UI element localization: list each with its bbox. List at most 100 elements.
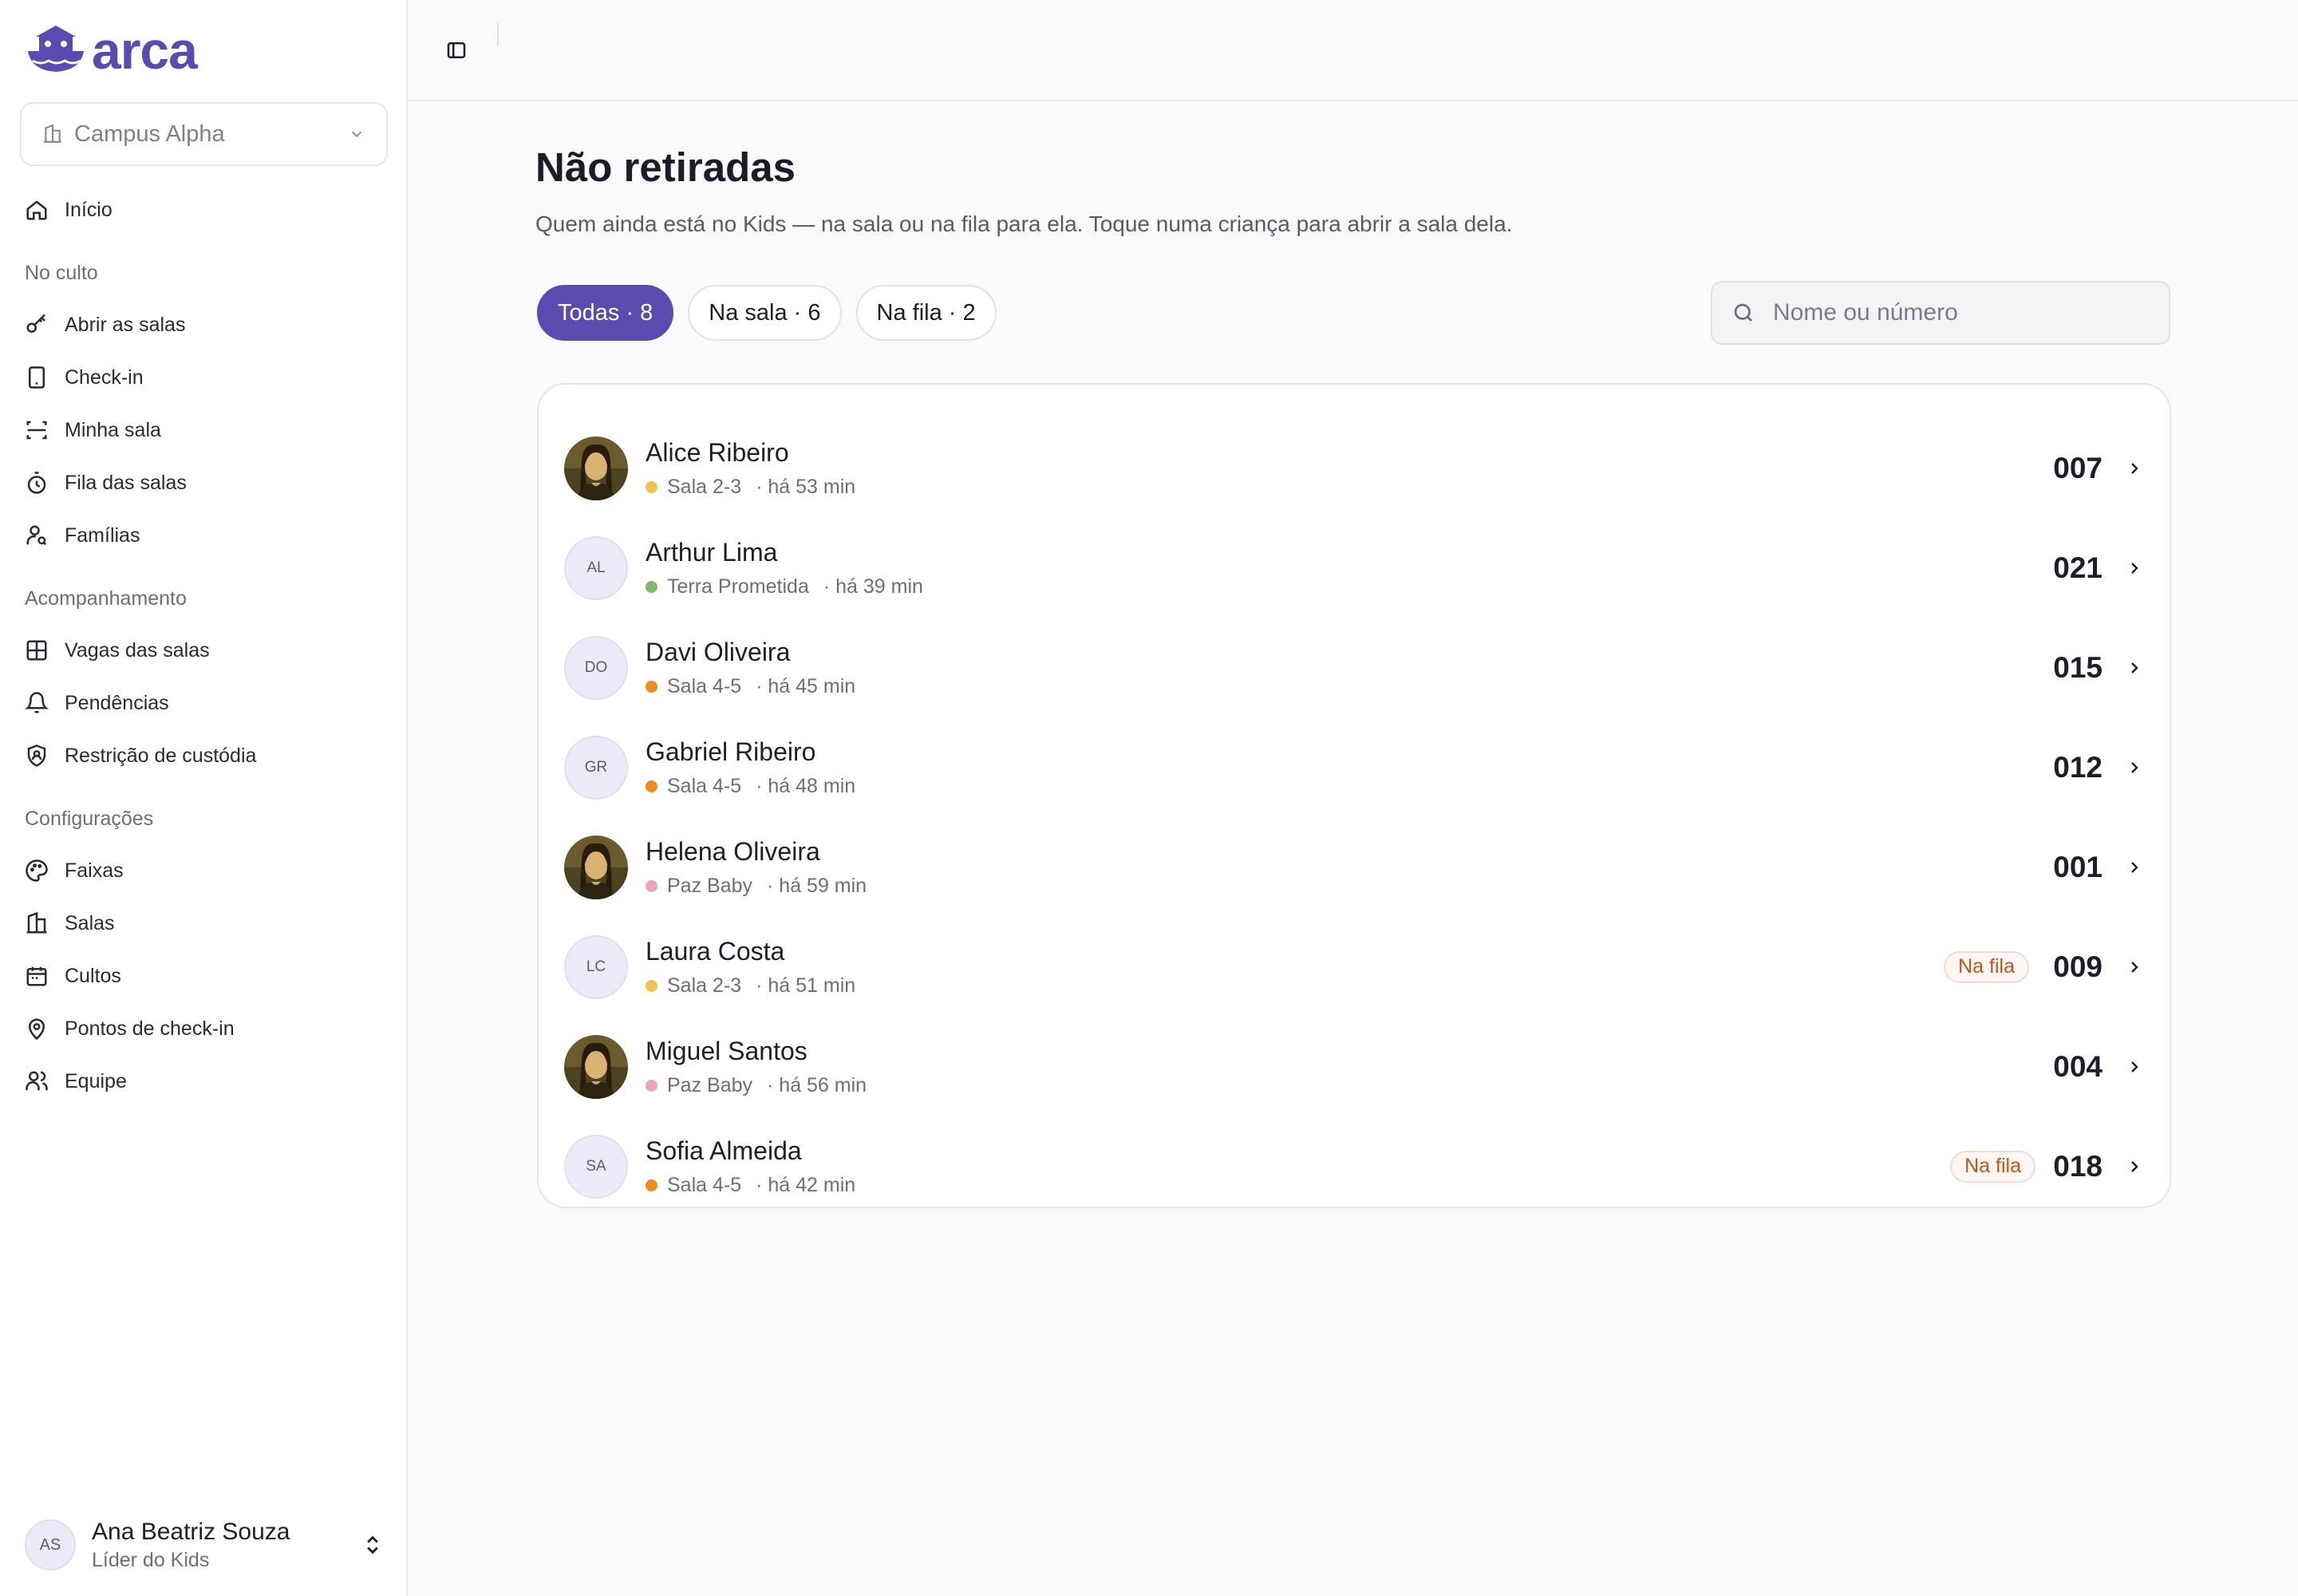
child-text: Davi Oliveira Sala 4-5 · há 45 min: [646, 638, 855, 698]
tab-todas[interactable]: Todas · 8: [537, 285, 674, 341]
avatar: AL: [564, 535, 628, 600]
list-item[interactable]: SA Sofia Almeida Sala 4-5 · há 42 min Na fil…: [539, 1116, 2173, 1216]
campus-select[interactable]: Campus Alpha: [20, 102, 388, 166]
room-color-dot: [646, 680, 657, 693]
avatar: DO: [564, 635, 628, 700]
child-number: 012: [2053, 750, 2103, 784]
room-color-dot: [646, 1079, 657, 1092]
home-icon: [26, 200, 47, 220]
sidebar-item-label: Cultos: [65, 964, 121, 987]
chevron-right-icon: [2131, 761, 2138, 773]
sidebar-item-familias[interactable]: Famílias: [25, 516, 140, 555]
child-name: Sofia Almeida: [646, 1136, 802, 1165]
room-color-dot: [646, 780, 657, 792]
child-meta: Paz Baby · há 56 min: [646, 1074, 867, 1097]
avatar: AS: [25, 1519, 76, 1570]
child-number: 001: [2053, 850, 2103, 883]
sidebar-item-pontos[interactable]: Pontos de check-in: [25, 1009, 235, 1049]
sidebar-item-cultos[interactable]: Cultos: [25, 956, 121, 996]
room-color-dot: [646, 1179, 657, 1191]
user-name: Ana Beatriz Souza: [92, 1518, 290, 1545]
avatar: GR: [564, 735, 628, 800]
sidebar-item-faixas[interactable]: Faixas: [25, 851, 124, 891]
main-content: Não retiradas Quem ainda está no Kids — …: [408, 0, 2298, 1596]
chevron-right-icon: [2131, 1061, 2138, 1073]
child-time: · há 48 min: [756, 774, 856, 797]
child-time: · há 39 min: [823, 575, 923, 598]
status-badge: Na fila: [1950, 1150, 2035, 1183]
child-name: Miguel Santos: [646, 1036, 807, 1065]
child-time: · há 53 min: [756, 475, 856, 498]
sidebar-item-pendencias[interactable]: Pendências: [25, 683, 169, 723]
palette-icon: [26, 859, 48, 882]
chevron-right-icon: [2131, 861, 2138, 873]
bell-icon: [25, 692, 49, 713]
child-time: · há 42 min: [756, 1173, 856, 1196]
logo[interactable]: arca: [25, 24, 198, 77]
child-time: · há 51 min: [756, 974, 856, 997]
list-item[interactable]: LC Laura Costa Sala 2-3 · há 51 min Na fila 0…: [539, 917, 2173, 1017]
sidebar-item-label: Salas: [65, 911, 115, 934]
search-placeholder: Nome ou número: [1773, 299, 1958, 326]
child-meta: Sala 4-5 · há 45 min: [646, 675, 855, 698]
list-item[interactable]: Alice Ribeiro Sala 2-3 · há 53 min 007: [539, 418, 2173, 518]
users-icon: [26, 1071, 48, 1091]
sidebar-item-salas[interactable]: Salas: [25, 903, 115, 943]
chevron-right-icon: [2131, 662, 2138, 674]
user-menu[interactable]: AS Ana Beatriz Souza Líder do Kids: [25, 1519, 384, 1571]
topbar-divider: [497, 22, 499, 46]
child-text: Laura Costa Sala 2-3 · há 51 min: [646, 937, 855, 998]
ark-logo-icon: [28, 26, 84, 72]
search-input[interactable]: Nome ou número: [1711, 281, 2170, 345]
child-meta: Sala 4-5 · há 42 min: [646, 1174, 855, 1197]
chevron-right-icon: [2131, 462, 2138, 474]
child-room: Terra Prometida: [667, 575, 809, 598]
sidebar-item-inicio[interactable]: Início: [25, 190, 113, 230]
chevron-right-icon: [2131, 1160, 2138, 1172]
avatar: LC: [564, 934, 628, 999]
sidebar-toggle-icon[interactable]: [444, 38, 468, 62]
sidebar-item-label: Pontos de check-in: [65, 1017, 235, 1040]
tab-na-fila[interactable]: Na fila · 2: [855, 285, 997, 341]
list-item[interactable]: Miguel Santos Paz Baby · há 56 min 004: [539, 1017, 2173, 1116]
sidebar: arca Campus Alpha Início No culto Abrir …: [0, 0, 408, 1596]
sidebar-item-label: Minha sala: [65, 418, 161, 441]
sidebar-item-label: Abrir as salas: [65, 313, 186, 336]
map-pin-icon: [28, 1018, 45, 1041]
child-meta: Sala 2-3 · há 51 min: [646, 974, 855, 998]
sidebar-item-abrir-salas[interactable]: Abrir as salas: [25, 305, 185, 345]
sidebar-item-minha-sala[interactable]: Minha sala: [25, 410, 161, 450]
chevron-right-icon: [2131, 961, 2138, 973]
child-text: Miguel Santos Paz Baby · há 56 min: [646, 1037, 867, 1097]
sidebar-item-fila-salas[interactable]: Fila das salas: [25, 463, 187, 503]
children-list: Alice Ribeiro Sala 2-3 · há 53 min 007 AL Art…: [537, 383, 2171, 1208]
nav-section-culto: No culto: [25, 262, 98, 284]
child-name: Alice Ribeiro: [646, 437, 789, 467]
child-room: Sala 4-5: [667, 774, 742, 797]
sidebar-item-equipe[interactable]: Equipe: [25, 1061, 127, 1101]
user-info: Ana Beatriz Souza Líder do Kids: [92, 1519, 361, 1572]
list-item[interactable]: DO Davi Oliveira Sala 4-5 · há 45 min 015: [539, 618, 2173, 717]
child-text: Arthur Lima Terra Prometida · há 39 min: [646, 538, 923, 598]
child-room: Sala 4-5: [667, 674, 742, 697]
child-name: Davi Oliveira: [646, 637, 791, 666]
child-name: Laura Costa: [646, 936, 785, 966]
app-root: arca Campus Alpha Início No culto Abrir …: [0, 0, 2298, 1596]
sidebar-item-label: Famílias: [65, 523, 140, 547]
child-time: · há 45 min: [756, 674, 856, 697]
chevrons-up-down-icon: [367, 1535, 378, 1555]
topbar: [408, 0, 2298, 101]
child-meta: Sala 2-3 · há 53 min: [646, 476, 855, 499]
child-name: Helena Oliveira: [646, 836, 820, 866]
tab-na-sala[interactable]: Na sala · 6: [688, 285, 842, 341]
child-meta: Terra Prometida · há 39 min: [646, 575, 923, 598]
list-item[interactable]: GR Gabriel Ribeiro Sala 4-5 · há 48 min 012: [539, 717, 2173, 817]
sidebar-item-checkin[interactable]: Check-in: [25, 358, 144, 397]
list-item[interactable]: AL Arthur Lima Terra Prometida · há 39 min 0…: [539, 518, 2173, 618]
child-text: Helena Oliveira Paz Baby · há 59 min: [646, 837, 867, 898]
child-name: Arthur Lima: [646, 537, 778, 567]
list-item[interactable]: Helena Oliveira Paz Baby · há 59 min 001: [539, 817, 2173, 917]
sidebar-item-restricao[interactable]: Restrição de custódia: [25, 736, 256, 776]
sidebar-item-vagas-salas[interactable]: Vagas das salas: [25, 630, 210, 670]
filter-tabs: Todas · 8 Na sala · 6 Na fila · 2: [537, 285, 997, 341]
